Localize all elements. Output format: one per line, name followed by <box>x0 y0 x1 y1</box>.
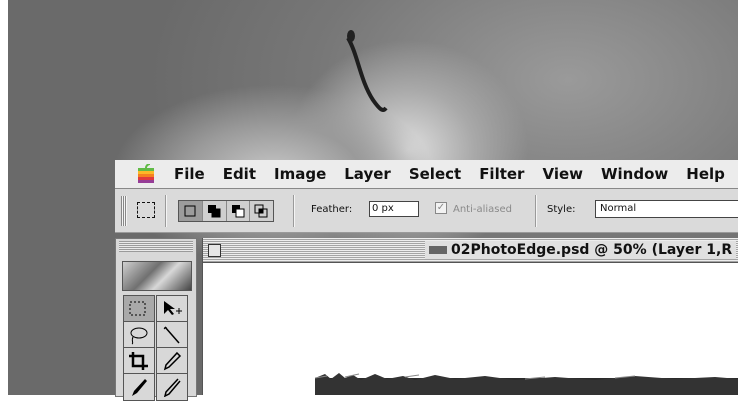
menu-edit[interactable]: Edit <box>223 165 256 183</box>
feather-label: Feather: <box>311 204 353 215</box>
lasso-icon[interactable] <box>123 321 155 349</box>
options-bar-grip[interactable] <box>121 196 127 226</box>
menu-view[interactable]: View <box>542 165 583 183</box>
photo-edge-image <box>315 373 738 395</box>
move-icon[interactable] <box>156 295 188 323</box>
style-label: Style: <box>547 204 576 215</box>
intersect-selection-icon[interactable] <box>250 201 273 221</box>
style-select[interactable]: Normal <box>595 200 738 218</box>
crop-icon[interactable] <box>123 347 155 375</box>
toolbox-palette <box>115 238 197 401</box>
divider <box>165 195 167 227</box>
rect-marquee-icon[interactable] <box>123 295 155 323</box>
brush-icon[interactable] <box>123 373 155 401</box>
document-title: 02PhotoEdge.psd @ 50% (Layer 1,R <box>425 241 737 259</box>
anti-aliased-checkbox[interactable]: ✓ <box>435 202 447 214</box>
magic-wand-icon[interactable] <box>156 321 188 349</box>
menu-window[interactable]: Window <box>601 165 668 183</box>
document-title-bar[interactable]: 02PhotoEdge.psd @ 50% (Layer 1,R <box>203 238 738 263</box>
close-box-icon[interactable] <box>208 244 221 257</box>
toolbox-title-bar[interactable] <box>119 241 193 252</box>
document-title-text: 02PhotoEdge.psd @ 50% (Layer 1,R <box>451 242 733 258</box>
adobe-logo-icon[interactable] <box>122 261 192 291</box>
document-icon <box>429 246 447 254</box>
new-selection-icon[interactable] <box>179 201 203 221</box>
add-selection-icon[interactable] <box>203 201 227 221</box>
divider <box>535 195 537 227</box>
menu-image[interactable]: Image <box>274 165 326 183</box>
menu-bar: File Edit Image Layer Select Filter View… <box>115 160 738 189</box>
eyedropper-icon[interactable] <box>156 347 188 375</box>
anti-aliased-label: Anti-aliased <box>453 204 513 215</box>
menu-filter[interactable]: Filter <box>479 165 524 183</box>
tool-options-bar: Feather: 0 px ✓ Anti-aliased Style: Norm… <box>115 189 738 233</box>
menu-select[interactable]: Select <box>409 165 461 183</box>
divider <box>293 195 295 227</box>
pencil-icon[interactable] <box>156 373 188 401</box>
document-window: 02PhotoEdge.psd @ 50% (Layer 1,R <box>202 238 738 395</box>
selection-mode-group <box>178 200 274 222</box>
rect-marquee-icon[interactable] <box>137 202 155 218</box>
menu-layer[interactable]: Layer <box>344 165 391 183</box>
menu-help[interactable]: Help <box>686 165 725 183</box>
menu-file[interactable]: File <box>174 165 205 183</box>
subtract-selection-icon[interactable] <box>227 201 251 221</box>
apple-icon[interactable] <box>135 163 157 184</box>
feather-input[interactable]: 0 px <box>369 201 419 217</box>
